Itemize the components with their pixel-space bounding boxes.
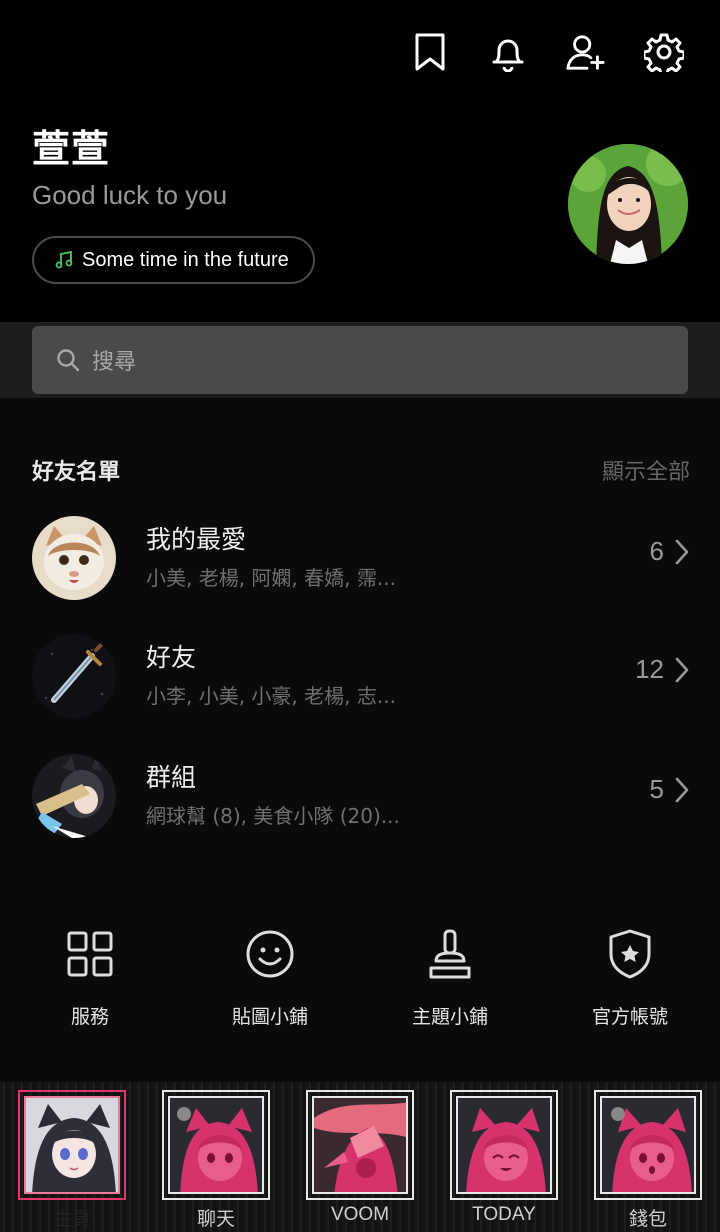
profile-name[interactable]: 萱萱 — [32, 118, 110, 173]
service-label: 主題小鋪 — [411, 1006, 488, 1028]
list-item-subtitle: 網球幫 (8), 美食小隊 (20)... — [146, 804, 400, 828]
show-all-link[interactable]: 顯示全部 — [602, 454, 690, 486]
list-item-groups[interactable]: 群組 網球幫 (8), 美食小隊 (20)... 5 — [0, 744, 720, 844]
shield-star-icon — [602, 926, 658, 982]
tab-frame — [162, 1090, 270, 1200]
gear-icon[interactable] — [644, 30, 684, 74]
service-label: 服務 — [70, 1006, 109, 1028]
tab-artwork — [24, 1096, 120, 1194]
top-toolbar — [410, 30, 684, 74]
service-button-sticker-shop[interactable]: 貼圖小鋪 — [180, 926, 360, 1029]
list-item-count: 6 — [649, 536, 664, 566]
tab-today[interactable]: TODAY — [446, 1090, 562, 1230]
list-item-title: 好友 — [146, 643, 197, 672]
tab-label: 聊天 — [196, 1209, 235, 1230]
profile-music-button[interactable]: Some time in the future — [32, 236, 315, 284]
friends-thumbnail — [32, 634, 116, 718]
tab-artwork — [456, 1096, 552, 1194]
brush-icon — [422, 926, 478, 982]
search-input[interactable]: 搜尋 — [32, 326, 688, 394]
tab-voom[interactable]: VOOM — [302, 1090, 418, 1230]
tab-artwork — [600, 1096, 696, 1194]
profile-avatar[interactable] — [568, 144, 688, 264]
list-item-subtitle: 小美, 老楊, 阿嫻, 春嬌, 霈... — [146, 566, 396, 590]
tab-frame — [450, 1090, 558, 1200]
tab-home[interactable]: 主頁 — [14, 1090, 130, 1230]
service-button-services[interactable]: 服務 — [0, 926, 180, 1029]
chevron-right-icon — [675, 657, 689, 683]
list-item-favorites[interactable]: 我的最愛 小美, 老楊, 阿嫻, 春嬌, 霈... 6 — [0, 506, 720, 606]
bottom-tab-bar: 主頁 聊天 VOOM TODAY 錢包 — [0, 1082, 720, 1232]
list-item-title: 群組 — [146, 763, 197, 792]
service-button-official-accounts[interactable]: 官方帳號 — [540, 926, 720, 1029]
list-item-friends[interactable]: 好友 小李, 小美, 小豪, 老楊, 志... 12 — [0, 624, 720, 724]
services-row: 服務 貼圖小鋪 主題小鋪 官方帳號 — [0, 926, 720, 1029]
search-band: 搜尋 — [0, 322, 720, 398]
chevron-right-icon — [675, 539, 689, 565]
section-title: 好友名單 — [32, 460, 121, 485]
search-placeholder: 搜尋 — [92, 350, 137, 375]
profile-status-message[interactable]: Good luck to you — [32, 180, 227, 211]
tab-artwork — [312, 1096, 408, 1194]
tab-label: TODAY — [472, 1204, 536, 1225]
tab-label: 錢包 — [628, 1209, 667, 1230]
main-panel: 好友名單 顯示全部 我的最愛 小美, 老楊, 阿嫻, 春嬌, 霈... 6 好友… — [0, 398, 720, 1082]
list-item-subtitle: 小李, 小美, 小豪, 老楊, 志... — [146, 684, 396, 708]
tab-wallet[interactable]: 錢包 — [590, 1090, 706, 1230]
search-icon — [57, 349, 80, 372]
bookmark-icon[interactable] — [410, 30, 450, 74]
add-friend-icon[interactable] — [566, 30, 606, 74]
tab-artwork — [168, 1096, 264, 1194]
chevron-right-icon — [675, 777, 689, 803]
music-title: Some time in the future — [82, 248, 289, 271]
service-label: 官方帳號 — [591, 1006, 668, 1028]
service-label: 貼圖小鋪 — [231, 1006, 308, 1028]
tab-frame — [594, 1090, 702, 1200]
grid-icon — [62, 926, 118, 982]
service-button-theme-shop[interactable]: 主題小鋪 — [360, 926, 540, 1029]
smiley-icon — [242, 926, 298, 982]
list-item-title: 我的最愛 — [146, 525, 247, 554]
tab-label: 主頁 — [52, 1209, 91, 1230]
music-note-icon — [55, 250, 73, 269]
tab-chats[interactable]: 聊天 — [158, 1090, 274, 1230]
favorites-thumbnail — [32, 516, 116, 600]
tab-frame — [306, 1090, 414, 1200]
bell-icon[interactable] — [488, 30, 528, 74]
groups-thumbnail — [32, 754, 116, 838]
list-item-count: 12 — [635, 654, 664, 684]
tab-label: VOOM — [330, 1204, 390, 1225]
tab-frame — [18, 1090, 126, 1200]
list-item-count: 5 — [649, 774, 664, 804]
